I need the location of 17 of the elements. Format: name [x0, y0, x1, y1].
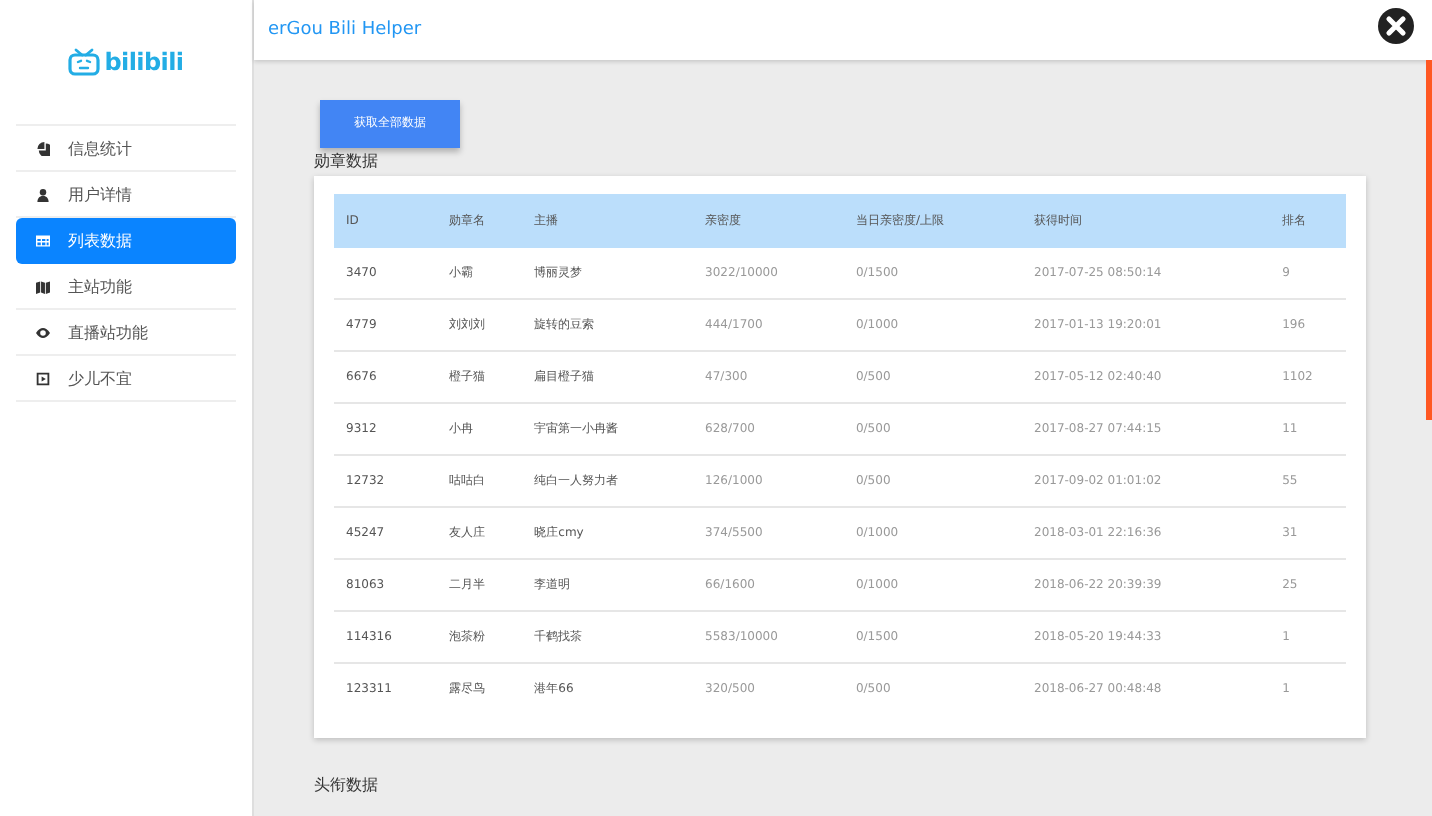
section-title: 勋章数据 [314, 149, 380, 171]
map-icon [36, 279, 50, 293]
eye-icon [36, 325, 50, 339]
section-title: 头衔数据 [314, 773, 380, 795]
logo-text: bilibili [104, 48, 184, 76]
close-button[interactable] [1378, 8, 1414, 44]
sidebar-item[interactable]: 列表数据 [16, 218, 236, 264]
user-icon [36, 187, 50, 201]
sidebar-item[interactable]: 少儿不宜 [16, 356, 236, 402]
tv-icon [68, 48, 101, 76]
pie-chart-icon [36, 141, 50, 155]
table-icon [36, 233, 50, 247]
sidebar-item[interactable]: 主站功能 [16, 264, 236, 310]
sidebar-item[interactable]: 信息统计 [16, 126, 236, 172]
play-square-icon [36, 371, 50, 385]
sidebar-item[interactable]: 直播站功能 [16, 310, 236, 356]
app-title: erGou Bili Helper [268, 20, 422, 40]
